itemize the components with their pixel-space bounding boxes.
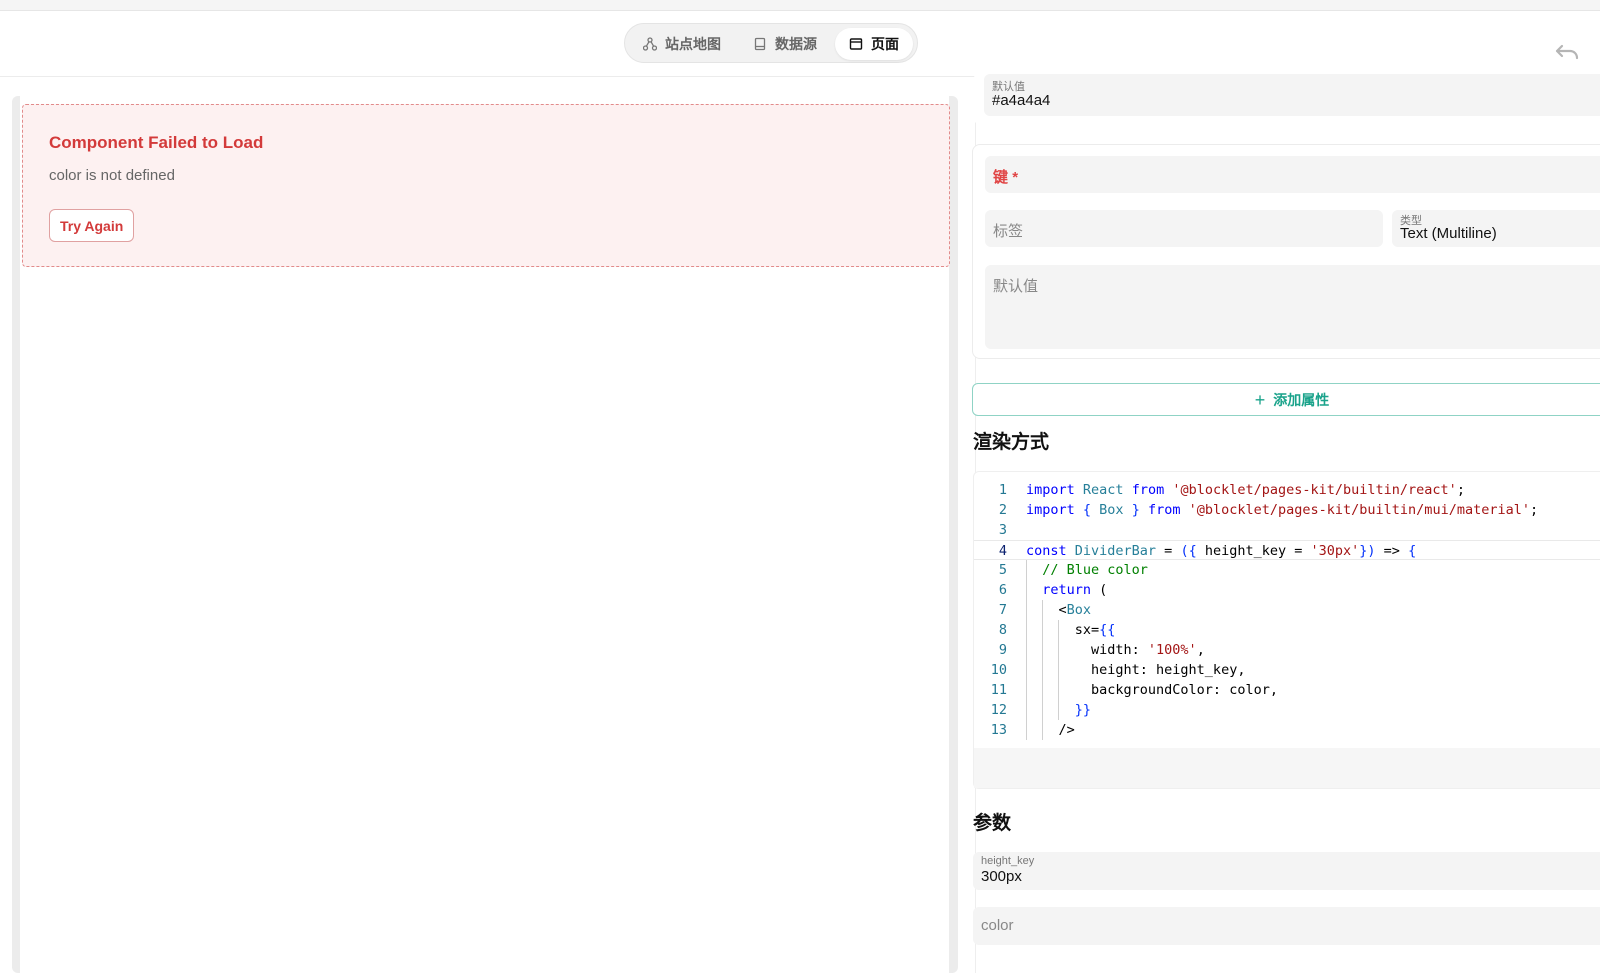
line-number: 7 [998, 602, 1007, 618]
tab-datasource-label: 数据源 [775, 36, 817, 52]
prev-default-value: #a4a4a4 [992, 92, 1051, 109]
error-message: color is not defined [49, 167, 175, 184]
line-number: 9 [998, 642, 1007, 658]
top-strip [0, 0, 1600, 11]
code-area[interactable]: 1 import React from '@blocklet/pages-kit/… [974, 480, 1600, 750]
param-color[interactable]: color [973, 907, 1600, 945]
line-number: 2 [998, 502, 1007, 518]
line-number: 1 [998, 482, 1007, 498]
param-height-key-value: 300px [981, 868, 1022, 885]
line-number: 5 [998, 562, 1007, 578]
tab-datasource[interactable]: 数据源 [739, 28, 831, 60]
code-line[interactable]: 4 const DividerBar = ({ height_key = '30p… [974, 540, 1600, 560]
code-text: return ( [1042, 582, 1108, 598]
plus-icon: + [1254, 389, 1266, 410]
try-again-button[interactable]: Try Again [49, 209, 135, 242]
line-number: 4 [998, 543, 1007, 559]
code-line[interactable]: 9 width: '100%', [974, 640, 1600, 660]
code-text: // Blue color [1042, 562, 1148, 578]
line-number: 12 [990, 702, 1007, 718]
render-section-title: 渲染方式 [973, 432, 1050, 453]
indent-guide [1042, 600, 1043, 740]
add-property-label: 添加属性 [1273, 391, 1330, 408]
database-icon [754, 37, 766, 51]
code-line[interactable]: 3 [974, 520, 1600, 540]
tab-page-label: 页面 [871, 36, 899, 52]
tab-page[interactable]: 页面 [835, 28, 913, 60]
param-color-placeholder: color [981, 917, 1014, 934]
code-text: backgroundColor: color, [1026, 682, 1278, 698]
add-property-button[interactable]: + 添加属性 [972, 383, 1600, 416]
code-text: import React from '@blocklet/pages-kit/b… [1026, 482, 1465, 498]
code-line[interactable]: 6 return ( [974, 580, 1600, 600]
code-text: sx={{ [1026, 622, 1116, 638]
tab-sitemap[interactable]: 站点地图 [629, 28, 735, 60]
line-number: 6 [998, 582, 1007, 598]
indent-guide [1058, 620, 1059, 720]
line-number: 3 [998, 522, 1007, 538]
new-property-card: 键 * 标签 类型 Text (Multiline) 默认值 [972, 144, 1600, 359]
code-text: /> [1026, 722, 1075, 738]
line-number: 13 [990, 722, 1007, 738]
code-text: const DividerBar = ({ height_key = '30px… [1026, 543, 1417, 559]
editor-footer [974, 748, 1600, 788]
tab-sitemap-label: 站点地图 [665, 36, 721, 52]
undo-icon[interactable] [1554, 43, 1580, 63]
type-select[interactable]: 类型 Text (Multiline) [1392, 210, 1600, 247]
param-height-key[interactable]: height_key 300px [973, 852, 1600, 890]
code-line[interactable]: 8 sx={{ [974, 620, 1600, 640]
code-line[interactable]: 2 import { Box } from '@blocklet/pages-ki… [974, 500, 1600, 520]
default-value-field[interactable]: 默认值 [985, 265, 1600, 349]
code-line[interactable]: 10 height: height_key, [974, 660, 1600, 680]
sitemap-icon [643, 37, 657, 51]
indent-guide [1026, 560, 1027, 740]
code-line[interactable]: 1 import React from '@blocklet/pages-kit/… [974, 480, 1600, 500]
properties-panel: 默认值 #a4a4a4 键 * 标签 类型 Text (Multiline) 默… [972, 74, 1600, 973]
label-placeholder: 标签 [993, 223, 1024, 240]
label-field[interactable]: 标签 [985, 210, 1383, 247]
error-boundary: Component Failed to Load color is not de… [22, 104, 950, 267]
code-text: <Box [1026, 602, 1092, 618]
prev-property-card: 默认值 #a4a4a4 [972, 74, 1600, 124]
editor-header: 站点地图 数据源 页面 [0, 11, 1600, 77]
code-line[interactable]: 12 }} [974, 700, 1600, 720]
line-number: 11 [990, 682, 1007, 698]
key-label: 键 * [993, 169, 1019, 186]
preview-frame: Component Failed to Load color is not de… [12, 96, 958, 973]
page-icon [849, 38, 863, 50]
params-section-title: 参数 [973, 813, 1012, 834]
line-number: 10 [990, 662, 1007, 678]
default-value-placeholder: 默认值 [993, 278, 1039, 295]
code-line[interactable]: 13 /> [974, 720, 1600, 740]
view-switcher: 站点地图 数据源 页面 [624, 23, 918, 63]
code-line[interactable]: 5 // Blue color [974, 560, 1600, 580]
type-value: Text (Multiline) [1400, 225, 1497, 242]
code-editor[interactable]: 1 import React from '@blocklet/pages-kit/… [973, 471, 1600, 789]
key-field[interactable]: 键 * [985, 156, 1600, 193]
code-text: width: '100%', [1026, 642, 1205, 658]
error-title: Component Failed to Load [49, 133, 264, 152]
line-number: 8 [998, 622, 1007, 638]
code-line[interactable]: 7 <Box [974, 600, 1600, 620]
prev-default-field[interactable]: 默认值 #a4a4a4 [984, 74, 1600, 116]
code-line[interactable]: 11 backgroundColor: color, [974, 680, 1600, 700]
code-text: import { Box } from '@blocklet/pages-kit… [1026, 502, 1539, 518]
param-height-key-label: height_key [981, 855, 1035, 867]
